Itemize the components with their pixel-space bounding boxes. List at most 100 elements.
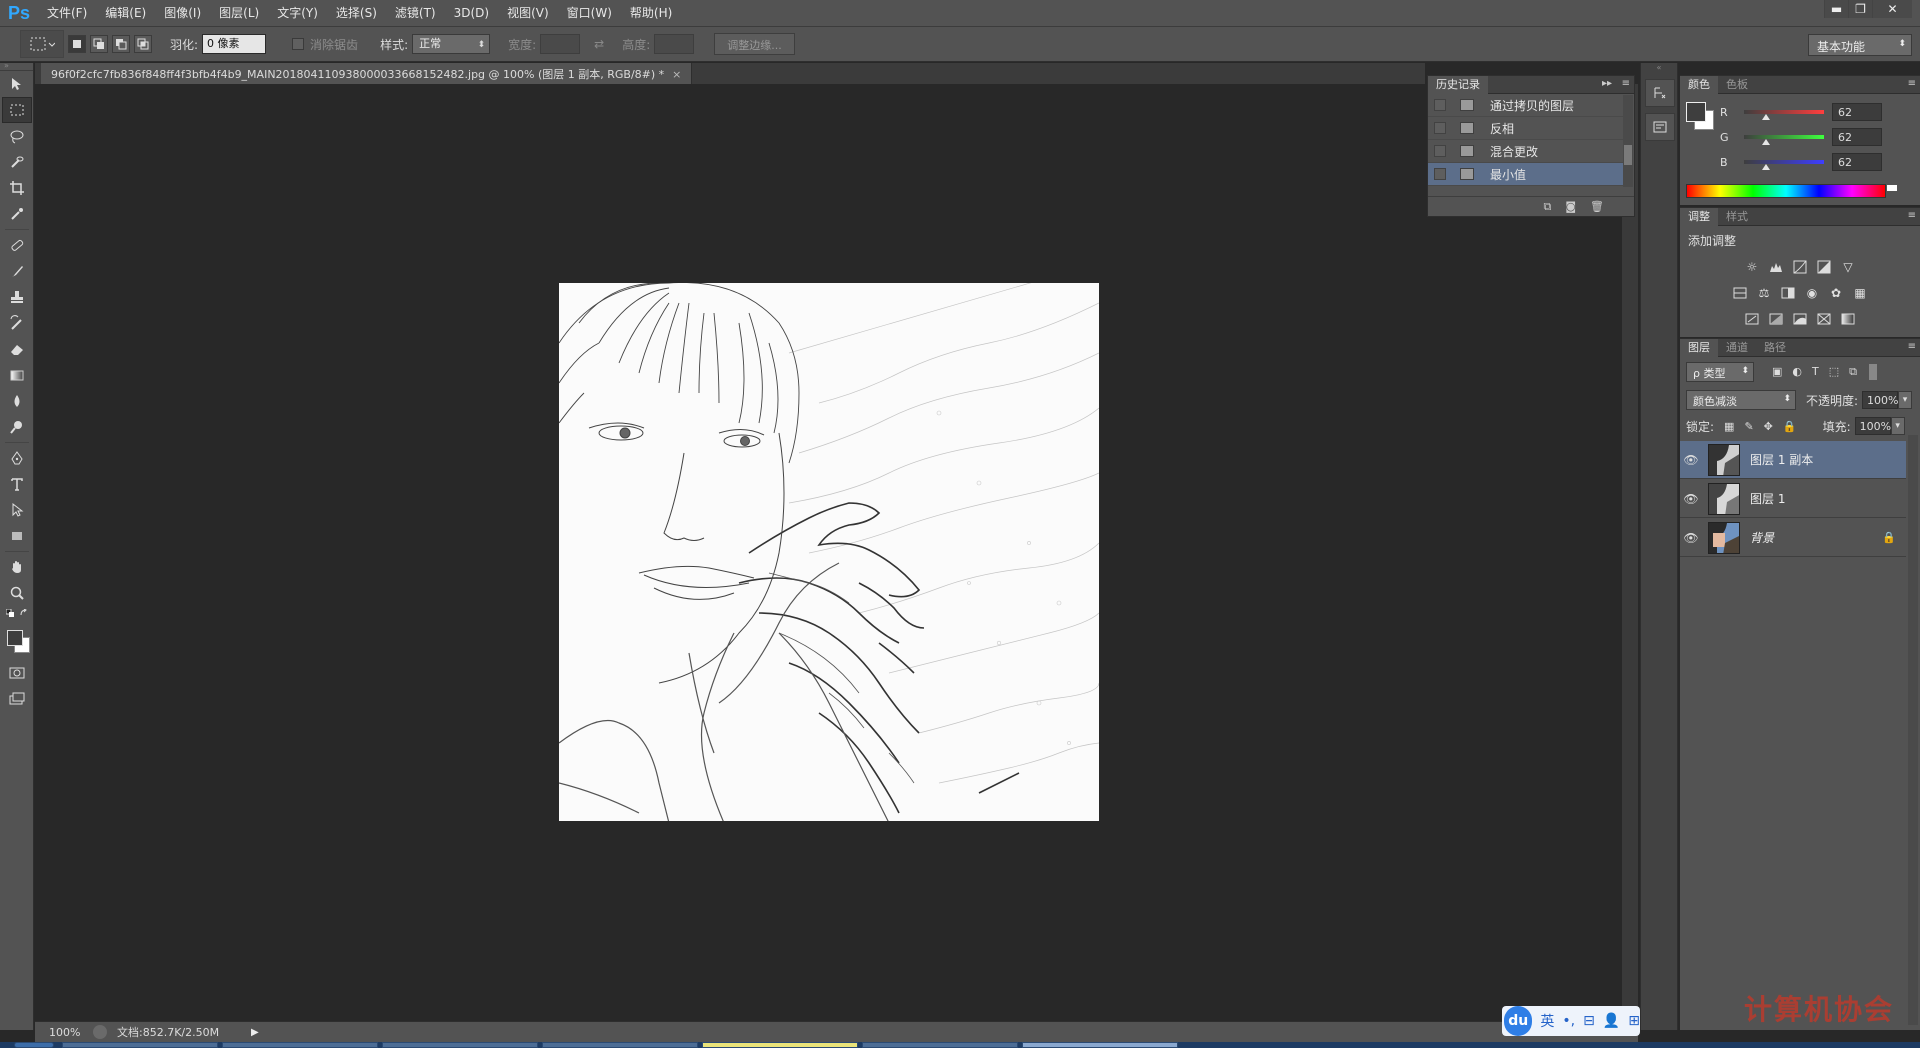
photo-filter-icon[interactable]: ◉ bbox=[1803, 284, 1821, 302]
filter-toggle[interactable] bbox=[1869, 364, 1878, 380]
quick-mask-icon[interactable] bbox=[2, 660, 32, 686]
lock-all-icon[interactable]: 🔒 bbox=[1783, 420, 1797, 433]
ime-grid-icon[interactable]: ⊞ bbox=[1628, 1013, 1640, 1029]
properties-dock-icon[interactable] bbox=[1645, 113, 1675, 141]
menu-file[interactable]: 文件(F) bbox=[38, 0, 96, 26]
tab-history[interactable]: 历史记录 bbox=[1428, 75, 1488, 94]
filter-type-icon[interactable]: T bbox=[1812, 365, 1819, 379]
posterize-icon[interactable] bbox=[1767, 310, 1785, 328]
stamp-tool-icon[interactable] bbox=[2, 284, 32, 310]
history-scrollbar[interactable] bbox=[1623, 95, 1633, 187]
new-snapshot-icon[interactable]: ◙ bbox=[1565, 200, 1576, 213]
history-item[interactable]: 混合更改 bbox=[1428, 140, 1624, 163]
fill-input[interactable]: 100% bbox=[1854, 417, 1891, 435]
workspace-select[interactable]: 基本功能 bbox=[1808, 34, 1912, 56]
slider-thumb[interactable] bbox=[1762, 114, 1770, 120]
levels-icon[interactable] bbox=[1767, 258, 1785, 276]
menu-help[interactable]: 帮助(H) bbox=[621, 0, 681, 26]
fill-dropdown-icon[interactable]: ▾ bbox=[1890, 417, 1905, 435]
slider-thumb[interactable] bbox=[1762, 164, 1770, 170]
feather-input[interactable]: 0 像素 bbox=[202, 34, 267, 54]
eyedropper-tool-icon[interactable] bbox=[2, 201, 32, 227]
panel-menu-icon[interactable]: ≡ bbox=[1908, 78, 1916, 89]
menu-select[interactable]: 选择(S) bbox=[327, 0, 386, 26]
ime-punctuation-icon[interactable]: •, bbox=[1562, 1013, 1575, 1029]
document-image[interactable] bbox=[559, 283, 1099, 821]
tab-layers[interactable]: 图层 bbox=[1680, 338, 1718, 357]
opacity-input[interactable]: 100% bbox=[1862, 391, 1899, 409]
add-selection-icon[interactable] bbox=[90, 35, 108, 53]
canvas-vertical-scrollbar[interactable] bbox=[1622, 84, 1638, 1021]
color-balance-icon[interactable]: ⚖ bbox=[1755, 284, 1773, 302]
color-lookup-icon[interactable]: ▦ bbox=[1851, 284, 1869, 302]
green-slider[interactable] bbox=[1744, 135, 1824, 145]
eye-icon[interactable]: 👁 bbox=[1680, 519, 1702, 557]
foreground-color-swatch[interactable] bbox=[1686, 102, 1706, 122]
history-dock-icon[interactable] bbox=[1645, 79, 1675, 107]
dock-collapse-icon[interactable]: « bbox=[1641, 63, 1677, 73]
height-input[interactable] bbox=[654, 34, 695, 54]
history-snapshot-checkbox[interactable] bbox=[1434, 122, 1446, 134]
taskbar-item[interactable] bbox=[542, 1042, 698, 1048]
status-info-icon[interactable] bbox=[93, 1025, 107, 1039]
status-menu-arrow-icon[interactable]: ▶ bbox=[251, 1027, 259, 1038]
refine-edge-button[interactable]: 调整边缘... bbox=[714, 33, 795, 55]
document-tab[interactable]: 96f0f2cfc7fb836f848ff4f3bfb4f4b9_MAIN201… bbox=[41, 63, 693, 84]
history-brush-tool-icon[interactable] bbox=[2, 310, 32, 336]
history-item-selected[interactable]: 最小值 bbox=[1428, 163, 1624, 186]
tab-channels[interactable]: 通道 bbox=[1718, 339, 1756, 357]
filter-adjustment-icon[interactable]: ◐ bbox=[1792, 365, 1802, 379]
move-tool-icon[interactable] bbox=[2, 71, 32, 97]
filter-pixel-icon[interactable]: ▣ bbox=[1772, 365, 1782, 379]
panel-menu-icon[interactable]: ≡ bbox=[1908, 210, 1916, 221]
start-button[interactable] bbox=[14, 1042, 54, 1048]
antialias-checkbox[interactable] bbox=[292, 38, 305, 50]
menu-view[interactable]: 视图(V) bbox=[498, 0, 558, 26]
menu-window[interactable]: 窗口(W) bbox=[558, 0, 621, 26]
layer-row-layer1-copy[interactable]: 👁 图层 1 副本 bbox=[1680, 441, 1906, 479]
delete-state-icon[interactable]: 🗑 bbox=[1590, 200, 1604, 213]
toolbar-grip[interactable]: » bbox=[0, 62, 33, 71]
intersect-selection-icon[interactable] bbox=[134, 35, 152, 53]
ime-user-icon[interactable]: 👤 bbox=[1603, 1013, 1620, 1029]
history-snapshot-checkbox[interactable] bbox=[1434, 145, 1446, 157]
default-colors-icon[interactable] bbox=[2, 606, 32, 620]
screen-mode-icon[interactable] bbox=[2, 686, 32, 712]
close-tab-icon[interactable]: × bbox=[672, 68, 681, 81]
selective-color-icon[interactable] bbox=[1815, 310, 1833, 328]
layer-row-background[interactable]: 👁 背景 🔒 bbox=[1680, 519, 1906, 557]
eye-icon[interactable]: 👁 bbox=[1680, 441, 1702, 479]
restore-button[interactable]: ❐ bbox=[1848, 0, 1872, 18]
marquee-tool-icon[interactable] bbox=[2, 97, 32, 123]
quick-select-tool-icon[interactable] bbox=[2, 149, 32, 175]
color-spectrum[interactable] bbox=[1686, 184, 1897, 198]
blue-value-input[interactable]: 62 bbox=[1832, 153, 1882, 171]
menu-filter[interactable]: 滤镜(T) bbox=[386, 0, 445, 26]
hue-saturation-icon[interactable] bbox=[1731, 284, 1749, 302]
brush-tool-icon[interactable] bbox=[2, 258, 32, 284]
blue-slider[interactable] bbox=[1744, 160, 1824, 170]
new-selection-icon[interactable] bbox=[68, 35, 86, 53]
menu-layer[interactable]: 图层(L) bbox=[210, 0, 268, 26]
lasso-tool-icon[interactable] bbox=[2, 123, 32, 149]
zoom-level[interactable]: 100% bbox=[35, 1026, 85, 1039]
pen-tool-icon[interactable] bbox=[2, 445, 32, 471]
color-swatches[interactable] bbox=[2, 620, 32, 660]
history-item[interactable]: 通过拷贝的图层 bbox=[1428, 94, 1624, 117]
hand-tool-icon[interactable] bbox=[2, 554, 32, 580]
exposure-icon[interactable] bbox=[1815, 258, 1833, 276]
swap-icon[interactable]: ⇄ bbox=[594, 37, 604, 51]
slider-thumb[interactable] bbox=[1762, 139, 1770, 145]
gradient-tool-icon[interactable] bbox=[2, 362, 32, 388]
menu-type[interactable]: 文字(Y) bbox=[268, 0, 327, 26]
zoom-tool-icon[interactable] bbox=[2, 580, 32, 606]
healing-brush-tool-icon[interactable] bbox=[2, 232, 32, 258]
blend-mode-select[interactable]: 颜色减淡 bbox=[1686, 390, 1796, 410]
tab-styles[interactable]: 样式 bbox=[1718, 208, 1756, 226]
black-white-icon[interactable] bbox=[1779, 284, 1797, 302]
expand-icon[interactable]: ▸▸ bbox=[1602, 78, 1612, 89]
brightness-icon[interactable]: ☼ bbox=[1743, 258, 1761, 276]
layer-name[interactable]: 背景 bbox=[1750, 529, 1774, 546]
layer-name[interactable]: 图层 1 副本 bbox=[1750, 451, 1813, 468]
tab-color[interactable]: 颜色 bbox=[1680, 75, 1718, 94]
